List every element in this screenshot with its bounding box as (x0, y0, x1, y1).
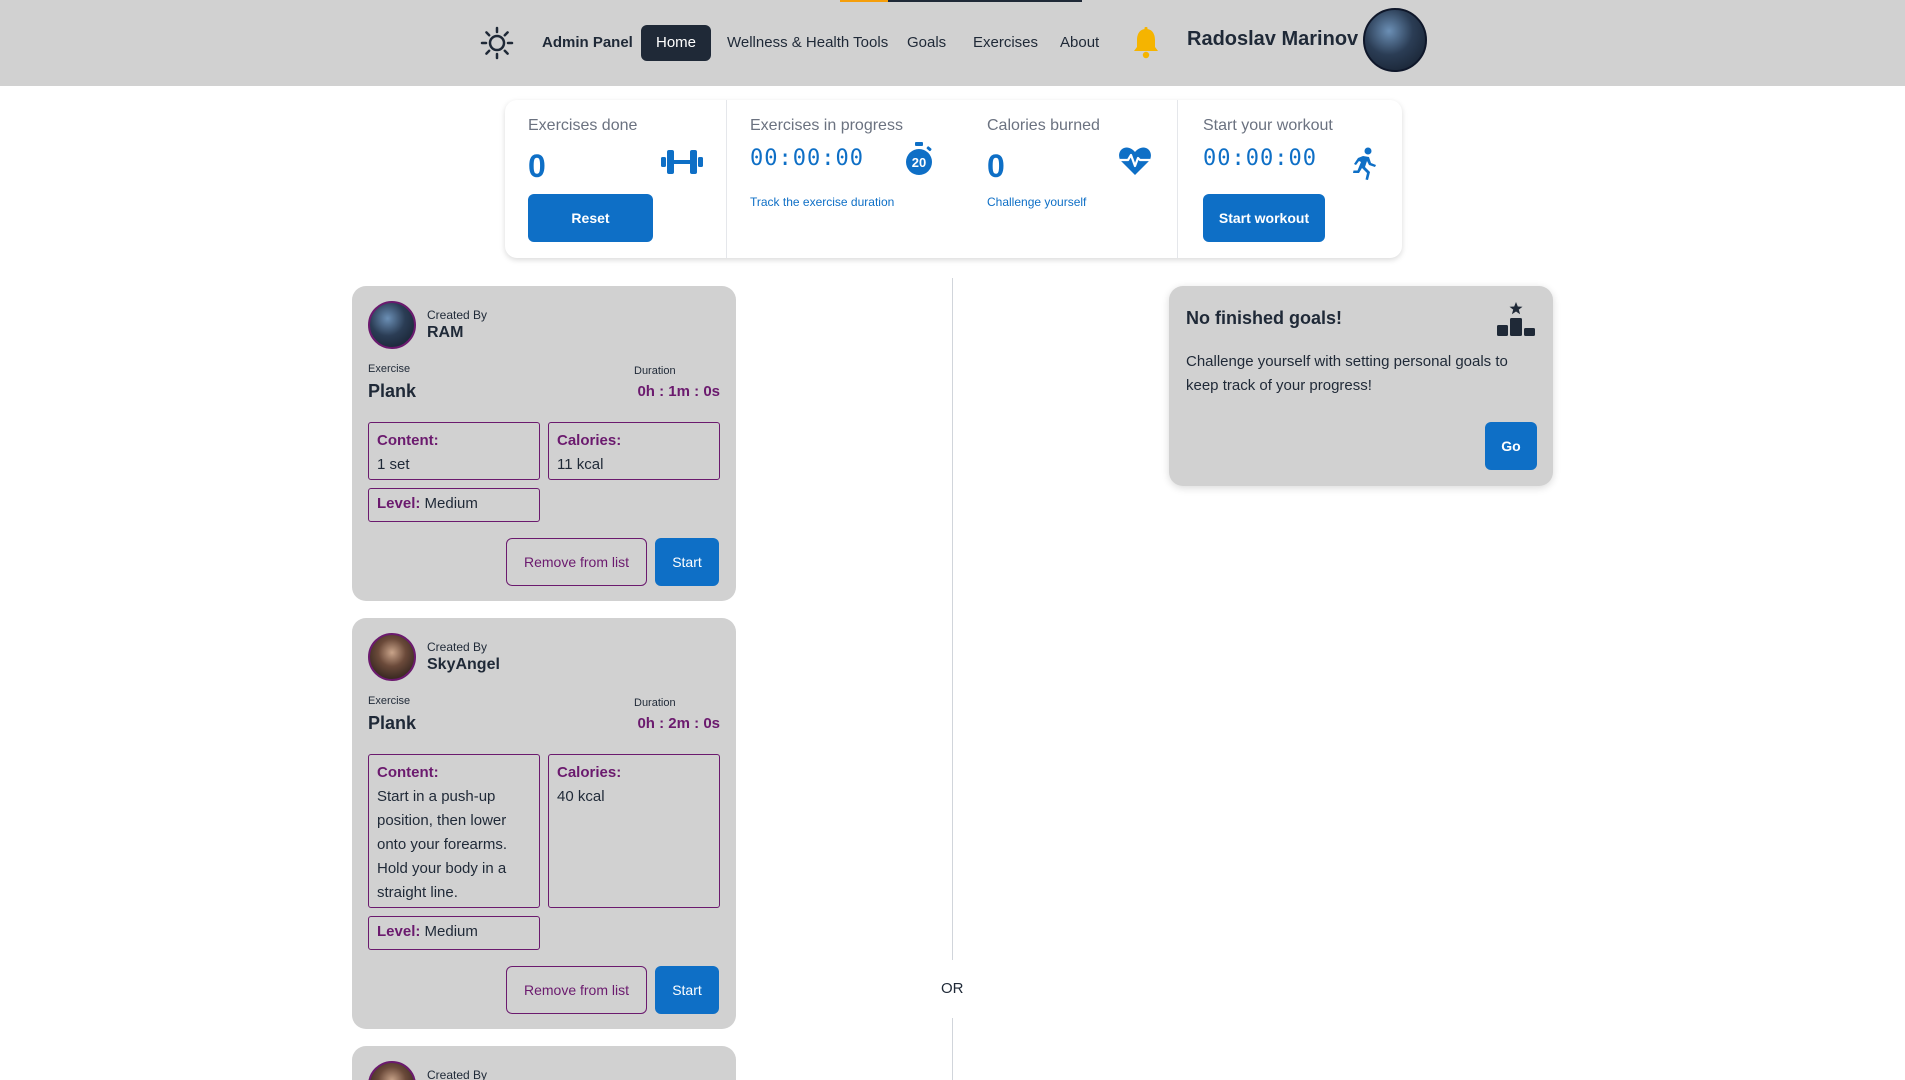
duration-value: 0h : 2m : 0s (637, 715, 720, 732)
stat-title: Calories burned (987, 117, 1100, 134)
avatar[interactable] (1363, 8, 1427, 72)
calories-label: Calories: (557, 432, 622, 449)
nav-admin-panel[interactable]: Admin Panel (542, 25, 633, 61)
level-box: Level: Medium (368, 488, 540, 522)
goals-description: Challenge yourself with setting personal… (1186, 353, 1508, 394)
exercise-card: Created By RAM Exercise Plank Duration 0… (352, 286, 736, 601)
username[interactable]: Radoslav Marinov (1187, 28, 1358, 51)
stat-exercises-done: Exercises done 0 Reset (505, 100, 727, 258)
sun-icon[interactable] (480, 26, 514, 60)
author-name[interactable]: SkyAngel (427, 656, 500, 674)
content-label: Content: (377, 764, 439, 781)
content-label: Content: (377, 432, 439, 449)
calories-value: 11 kcal (557, 456, 604, 473)
start-button[interactable]: Start (655, 538, 719, 586)
nav-wellness[interactable]: Wellness & Health Tools (727, 25, 888, 61)
avatar[interactable] (368, 301, 416, 349)
stat-in-progress: Exercises in progress 00:00:00 20 Track … (727, 100, 956, 258)
exercise-label: Exercise (368, 695, 411, 707)
avatar[interactable] (368, 1061, 416, 1080)
start-workout-button[interactable]: Start workout (1203, 194, 1325, 242)
goals-card: No finished goals! Challenge yourself wi… (1169, 286, 1553, 486)
page: Admin Panel Home Wellness & Health Tools… (0, 0, 1905, 1080)
divider-line (952, 1018, 953, 1080)
exercise-card: Created By SkyAngel Exercise Plank Durat… (352, 618, 736, 1029)
exercise-label: Exercise (368, 363, 411, 375)
calories-box: Calories: 11 kcal (548, 422, 720, 480)
stat-value: 0 (528, 148, 546, 184)
stat-title: Start your workout (1203, 117, 1333, 134)
stat-title: Exercises done (528, 117, 638, 134)
nav: Admin Panel Home Wellness & Health Tools… (0, 0, 1905, 86)
stat-subtext: Challenge yourself (987, 195, 1087, 209)
nav-exercises[interactable]: Exercises (973, 25, 1038, 61)
stat-subtext: Track the exercise duration (750, 195, 895, 209)
nav-goals[interactable]: Goals (907, 25, 946, 61)
level-label: Level: (377, 923, 421, 940)
created-by-label: Created By (427, 1068, 488, 1080)
remove-from-list-button[interactable]: Remove from list (506, 966, 647, 1014)
go-button[interactable]: Go (1485, 422, 1537, 470)
created-by-label: Created By (427, 640, 488, 654)
exercise-name: Plank (368, 713, 417, 733)
divider-line (952, 278, 953, 960)
calories-value: 40 kcal (557, 788, 605, 805)
podium-icon (1495, 301, 1537, 337)
start-button[interactable]: Start (655, 966, 719, 1014)
bell-icon[interactable] (1130, 26, 1162, 60)
heartbeat-icon (1118, 146, 1152, 181)
level-box: Level: Medium (368, 916, 540, 950)
created-by-label: Created By (427, 308, 488, 322)
stats-panel: Exercises done 0 Reset Exercises in prog… (505, 100, 1402, 258)
duration-label: Duration (634, 365, 676, 377)
or-label: OR (941, 980, 964, 997)
calories-box: Calories: 40 kcal (548, 754, 720, 908)
stat-calories: Calories burned 0 Challenge yourself (956, 100, 1174, 258)
dumbbell-icon (661, 146, 703, 183)
content-value: Start in a push-up position, then lower … (377, 788, 508, 901)
content-box: Content: Start in a push-up position, th… (368, 754, 540, 908)
top-navbar: Admin Panel Home Wellness & Health Tools… (0, 0, 1905, 86)
nav-about[interactable]: About (1060, 25, 1099, 61)
stopwatch-20-icon: 20 (904, 142, 934, 183)
exercise-card: Created By (352, 1046, 736, 1080)
stat-title: Exercises in progress (750, 117, 903, 134)
duration-value: 0h : 1m : 0s (637, 383, 720, 400)
exercise-name: Plank (368, 381, 417, 401)
exercise-timer: 00:00:00 (750, 146, 864, 171)
stat-value: 0 (987, 148, 1005, 184)
calories-label: Calories: (557, 764, 622, 781)
duration-label: Duration (634, 697, 676, 709)
svg-text:20: 20 (912, 155, 926, 170)
level-value: Medium (424, 495, 478, 512)
author-name[interactable]: RAM (427, 324, 463, 342)
goals-title: No finished goals! (1186, 308, 1343, 328)
level-value: Medium (424, 923, 478, 940)
avatar[interactable] (368, 633, 416, 681)
running-icon (1349, 147, 1379, 186)
content-box: Content: 1 set (368, 422, 540, 480)
level-label: Level: (377, 495, 421, 512)
reset-button[interactable]: Reset (528, 194, 653, 242)
workout-timer: 00:00:00 (1203, 146, 1317, 171)
content-value: 1 set (377, 456, 410, 473)
stat-workout: Start your workout 00:00:00 Start workou… (1177, 100, 1402, 258)
remove-from-list-button[interactable]: Remove from list (506, 538, 647, 586)
nav-home[interactable]: Home (641, 25, 711, 61)
